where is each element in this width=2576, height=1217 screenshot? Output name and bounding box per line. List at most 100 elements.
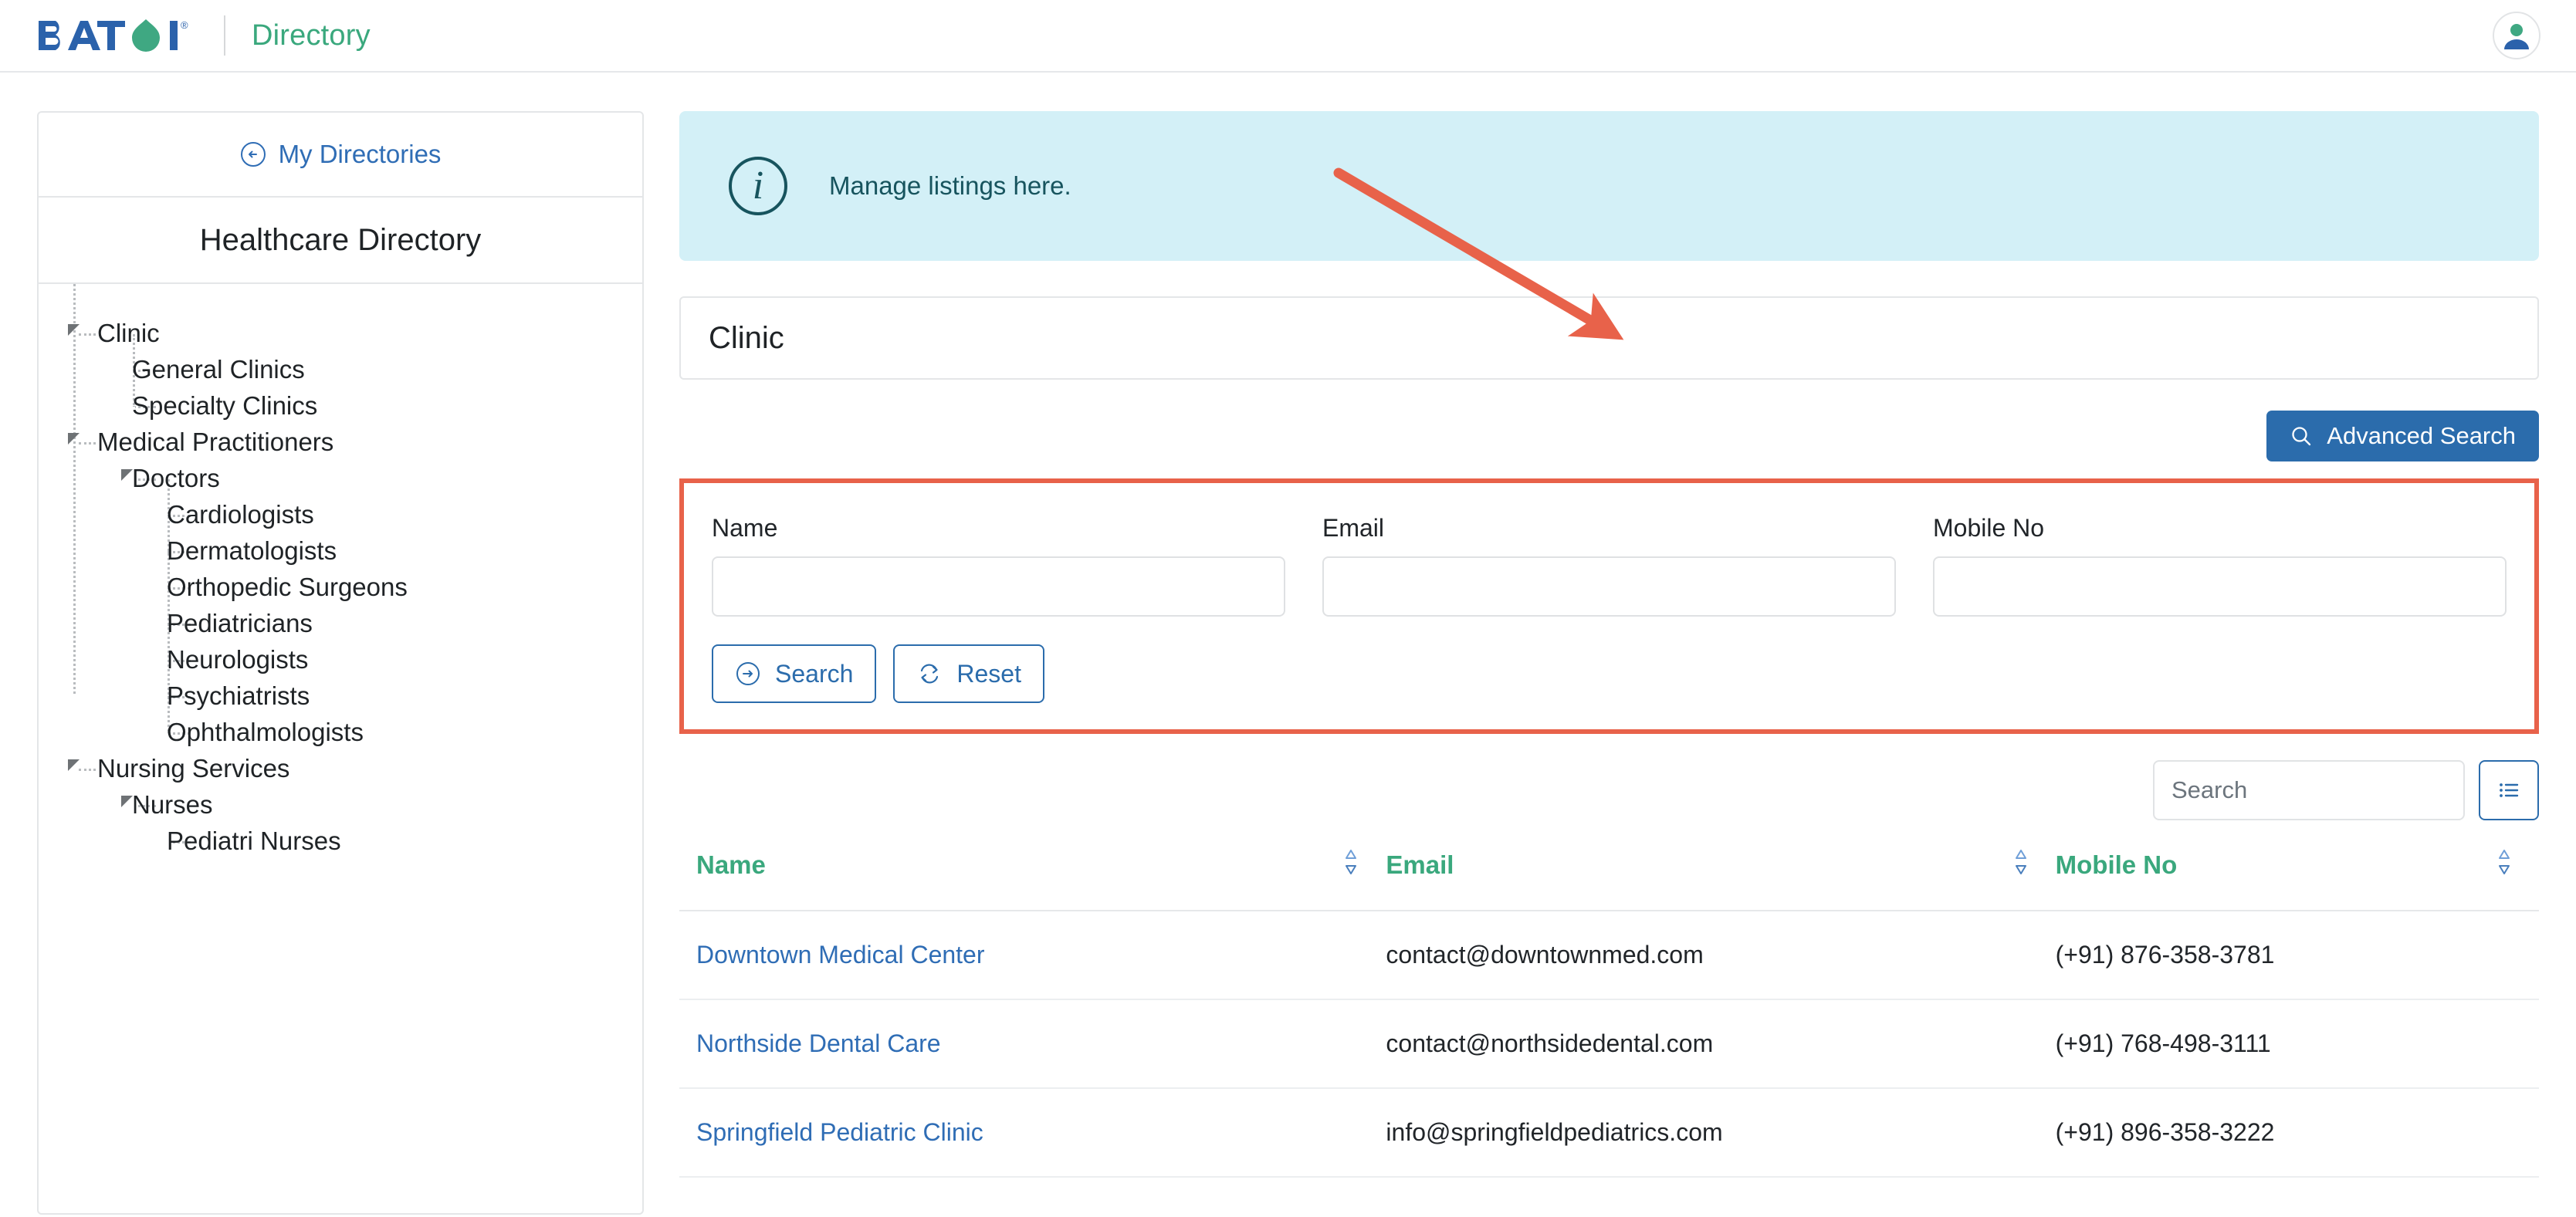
circle-arrow-right-icon (735, 661, 761, 687)
name-input[interactable] (712, 556, 1285, 617)
tree-node-clinic: ClinicGeneral ClinicsSpecialty Clinics (39, 315, 642, 424)
cell-name: Northside Dental Care (679, 999, 1386, 1088)
name-field-group: Name (712, 514, 1285, 617)
cell-mobile: (+91) 768-498-3111 (2056, 999, 2539, 1088)
tree-item-pediatri-nurses[interactable]: Pediatri Nurses (167, 823, 341, 859)
avatar-wrap[interactable] (2493, 12, 2540, 59)
tree-toggle-icon[interactable] (68, 324, 80, 336)
tree-item-label: Neurologists (167, 641, 308, 678)
listing-name-link[interactable]: Springfield Pediatric Clinic (696, 1118, 983, 1146)
mobile-input[interactable] (1933, 556, 2507, 617)
tree-item-label: Medical Practitioners (97, 424, 333, 460)
tree-item-label: Pediatricians (167, 605, 313, 641)
batoi-logo[interactable]: ® (37, 18, 191, 53)
tree-node-pediatri-nurses: Pediatri Nurses (167, 823, 642, 859)
cell-name: Springfield Pediatric Clinic (679, 1088, 1386, 1177)
mobile-field-group: Mobile No (1933, 514, 2507, 617)
tree-node-cardiologists: Cardiologists (167, 496, 642, 532)
section-card: Clinic (679, 296, 2539, 380)
listing-name-link[interactable]: Downtown Medical Center (696, 941, 985, 969)
tree-node-orthopedic-surgeons: Orthopedic Surgeons (167, 569, 642, 605)
cell-mobile: (+91) 876-358-3781 (2056, 911, 2539, 999)
tree-item-label: Dermatologists (167, 532, 337, 569)
directory-title-row: Healthcare Directory (39, 198, 642, 284)
top-header-bar: ® Directory (0, 0, 2576, 73)
tree-toggle-icon[interactable] (121, 469, 133, 481)
tree-toggle-icon[interactable] (121, 796, 133, 807)
sort-updown-icon[interactable] (2012, 847, 2056, 884)
advanced-search-label: Advanced Search (2327, 422, 2516, 450)
tree-item-label: Clinic (97, 315, 160, 351)
tree-node-general-clinics: General Clinics (132, 351, 642, 387)
info-circle-icon: i (729, 157, 787, 215)
tree-item-cardiologists[interactable]: Cardiologists (167, 496, 314, 532)
column-header-mobile[interactable]: Mobile No (2056, 847, 2539, 911)
page-body: My Directories Healthcare Directory Clin… (0, 73, 2576, 1217)
search-button[interactable]: Search (712, 644, 876, 703)
my-directories-label: My Directories (279, 140, 442, 169)
tree-item-label: General Clinics (132, 351, 305, 387)
listings-table: Name Email (679, 847, 2539, 1178)
email-input[interactable] (1322, 556, 1896, 617)
email-field-group: Email (1322, 514, 1896, 617)
tree-item-label: Ophthalmologists (167, 714, 364, 750)
listing-name-link[interactable]: Northside Dental Care (696, 1029, 941, 1057)
tree-children: General ClinicsSpecialty Clinics (132, 351, 642, 424)
list-view-toggle-button[interactable] (2479, 760, 2539, 820)
tree-item-specialty-clinics[interactable]: Specialty Clinics (132, 387, 317, 424)
sidebar-header: My Directories (39, 113, 642, 198)
refresh-icon (916, 661, 943, 687)
reset-button[interactable]: Reset (893, 644, 1044, 703)
advanced-search-fields: Name Email Mobile No (712, 514, 2507, 617)
tree-node-neurologists: Neurologists (167, 641, 642, 678)
tree-toggle-icon[interactable] (68, 759, 80, 771)
advanced-search-row: Advanced Search (679, 411, 2539, 461)
listings-table-head: Name Email (679, 847, 2539, 911)
cell-mobile: (+91) 896-358-3222 (2056, 1088, 2539, 1177)
tree-item-ophthalmologists[interactable]: Ophthalmologists (167, 714, 364, 750)
tree-item-dermatologists[interactable]: Dermatologists (167, 532, 337, 569)
cell-email: info@springfieldpediatrics.com (1386, 1088, 2055, 1177)
tree-children: CardiologistsDermatologistsOrthopedic Su… (167, 496, 642, 750)
tree-item-pediatricians[interactable]: Pediatricians (167, 605, 313, 641)
info-banner: i Manage listings here. (679, 111, 2539, 261)
tree-node-psychiatrists: Psychiatrists (167, 678, 642, 714)
avatar[interactable] (2493, 12, 2540, 59)
sort-updown-icon[interactable] (1342, 847, 1386, 884)
tree-item-label: Specialty Clinics (132, 387, 317, 424)
tree-item-label: Nurses (132, 786, 213, 823)
table-row: Northside Dental Carecontact@northsidede… (679, 999, 2539, 1088)
tree-item-general-clinics[interactable]: General Clinics (132, 351, 305, 387)
tree-toggle-icon[interactable] (68, 433, 80, 445)
list-search-input[interactable] (2153, 760, 2465, 820)
tree-item-orthopedic-surgeons[interactable]: Orthopedic Surgeons (167, 569, 408, 605)
tree-node-nurses: NursesPediatri Nurses (132, 786, 642, 859)
name-field-label: Name (712, 514, 1285, 543)
tree-node-pediatricians: Pediatricians (167, 605, 642, 641)
column-header-email[interactable]: Email (1386, 847, 2055, 911)
app-name: Directory (252, 19, 371, 52)
tree-item-neurologists[interactable]: Neurologists (167, 641, 308, 678)
sort-updown-icon[interactable] (2496, 847, 2539, 884)
cell-name: Downtown Medical Center (679, 911, 1386, 999)
table-row: Springfield Pediatric Clinic info@springf… (679, 1088, 2539, 1177)
search-icon (2290, 424, 2313, 448)
tree-node-nursing-services: Nursing ServicesNursesPediatri Nurses (39, 750, 642, 859)
info-banner-text: Manage listings here. (829, 171, 1071, 201)
advanced-search-panel: Name Email Mobile No (679, 478, 2539, 734)
my-directories-link[interactable]: My Directories (240, 140, 442, 169)
listings-table-body: Downtown Medical Center contact@downtownm… (679, 911, 2539, 1177)
circle-arrow-left-icon (240, 141, 266, 167)
tree-item-clinic[interactable]: Clinic (97, 315, 160, 351)
tree-item-doctors[interactable]: Doctors (132, 460, 220, 496)
column-header-name[interactable]: Name (679, 847, 1386, 911)
header-divider (224, 15, 225, 56)
tree-item-nursing-services[interactable]: Nursing Services (97, 750, 289, 786)
tree-item-psychiatrists[interactable]: Psychiatrists (167, 678, 310, 714)
tree-item-label: Orthopedic Surgeons (167, 569, 408, 605)
list-toolbar (679, 760, 2539, 820)
tree-item-medical-practitioners[interactable]: Medical Practitioners (97, 424, 333, 460)
cell-email: contact@downtownmed.com (1386, 911, 2055, 999)
advanced-search-button[interactable]: Advanced Search (2266, 411, 2539, 461)
tree-item-nurses[interactable]: Nurses (132, 786, 213, 823)
